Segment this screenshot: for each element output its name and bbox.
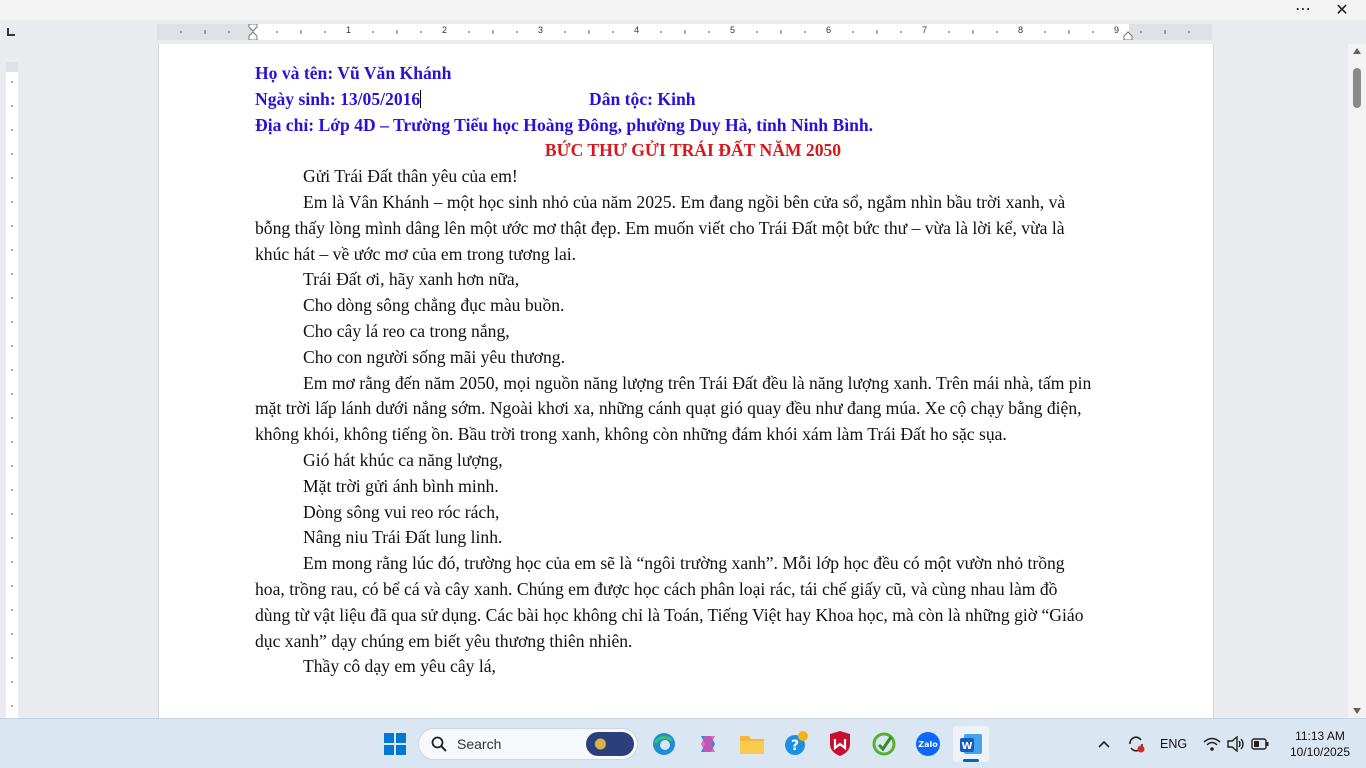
zalo-button[interactable]: Zalo bbox=[910, 726, 946, 762]
shield-icon bbox=[830, 731, 850, 756]
search-icon bbox=[431, 736, 447, 752]
browser-app-button[interactable] bbox=[866, 726, 902, 762]
speaker-icon bbox=[1227, 736, 1244, 752]
paragraph-2-line-2[interactable]: mặt trời lấp lánh dưới nắng sớm. Ngoài k… bbox=[255, 396, 1131, 422]
horizontal-ruler-area: 1 2 3 4 5 6 7 8 9 bbox=[0, 20, 1366, 44]
name-value: : Vũ Văn Khánh bbox=[327, 63, 452, 83]
copilot-button[interactable] bbox=[690, 726, 726, 762]
dob-value: : 13/05/2016 bbox=[329, 88, 421, 109]
verse-1-line-1[interactable]: Trái Đất ơi, hãy xanh hơn nữa, bbox=[255, 267, 1131, 293]
scroll-up-arrow-icon[interactable] bbox=[1353, 48, 1361, 54]
chevron-up-icon bbox=[1098, 740, 1110, 748]
wifi-icon bbox=[1203, 737, 1221, 751]
document-page[interactable]: Họ và tên: Vũ Văn Khánh Ngày sinh: 13/05… bbox=[158, 44, 1214, 718]
leaf-browser-icon bbox=[872, 732, 896, 756]
text-cursor bbox=[420, 89, 422, 108]
right-indent-marker bbox=[1123, 31, 1133, 40]
greeting[interactable]: Gửi Trái Đất thân yêu của em! bbox=[255, 164, 1131, 190]
document-body[interactable]: Họ và tên: Vũ Văn Khánh Ngày sinh: 13/05… bbox=[255, 61, 1131, 680]
show-hidden-icons-button[interactable] bbox=[1086, 726, 1122, 762]
taskbar: Search ? Zalo W ENG 11:13 AM 10/10/2025 bbox=[0, 718, 1366, 768]
letter-title[interactable]: BỨC THƯ GỬI TRÁI ĐẤT NĂM 2050 bbox=[255, 138, 1131, 164]
vertical-ruler-ticks bbox=[11, 81, 13, 707]
verse-1-line-3[interactable]: Cho cây lá reo ca trong nắng, bbox=[255, 319, 1131, 345]
paragraph-1-line-3[interactable]: khúc hát – về ước mơ của em trong tương … bbox=[255, 242, 1131, 268]
get-help-button[interactable]: ? bbox=[778, 726, 814, 762]
indent-markers[interactable] bbox=[157, 24, 1212, 40]
language-indicator: ENG bbox=[1160, 737, 1188, 751]
dob-ethnic-line[interactable]: Ngày sinh: 13/05/2016 Dân tộc: Kinh bbox=[255, 87, 1131, 113]
start-button[interactable] bbox=[377, 726, 413, 762]
paragraph-1-line-2[interactable]: bỗng thấy lòng mình dâng lên một ước mơ … bbox=[255, 216, 1131, 242]
verse-2-line-4[interactable]: Nâng niu Trái Đất lung linh. bbox=[255, 525, 1131, 551]
zalo-glyph: Zalo bbox=[918, 740, 938, 749]
more-options-button[interactable]: ⋯ bbox=[1292, 0, 1314, 20]
clock-date: 10/10/2025 bbox=[1289, 745, 1351, 759]
network-button[interactable] bbox=[1200, 726, 1224, 762]
paragraph-3-line-3[interactable]: dùng từ vật liệu đã qua sử dụng. Các bài… bbox=[255, 603, 1131, 629]
paragraph-1-line-1[interactable]: Em là Vân Khánh – một học sinh nhỏ của n… bbox=[255, 190, 1131, 216]
address-line[interactable]: Địa chỉ: Lớp 4D – Trường Tiểu học Hoàng … bbox=[255, 113, 1131, 139]
word-glyph: W bbox=[961, 741, 972, 752]
scrollbar-thumb[interactable] bbox=[1353, 68, 1361, 108]
taskbar-search[interactable]: Search bbox=[418, 728, 638, 760]
verse-1-line-2[interactable]: Cho dòng sông chẳng đục màu buồn. bbox=[255, 293, 1131, 319]
verse-1-line-4[interactable]: Cho con người sống mãi yêu thương. bbox=[255, 345, 1131, 371]
search-placeholder: Search bbox=[457, 736, 502, 752]
word-button[interactable]: W bbox=[953, 726, 989, 762]
windows-logo-icon bbox=[384, 733, 406, 755]
clock-time: 11:13 AM bbox=[1295, 729, 1345, 743]
sync-icon bbox=[1129, 736, 1145, 753]
vertical-ruler[interactable] bbox=[6, 62, 18, 718]
sync-tray-button[interactable] bbox=[1118, 726, 1154, 762]
battery-icon bbox=[1251, 738, 1269, 750]
tab-selector-icon[interactable] bbox=[6, 28, 16, 38]
folder-icon bbox=[740, 736, 764, 754]
input-language[interactable]: ENG bbox=[1160, 719, 1187, 768]
address-value: : Lớp 4D – Trường Tiểu học Hoàng Đông, p… bbox=[308, 114, 874, 135]
close-button[interactable]: ✕ bbox=[1332, 0, 1352, 20]
title-bar: ⋯ ✕ bbox=[0, 0, 1366, 20]
ethnic-field: Dân tộc: Kinh bbox=[589, 87, 696, 113]
name-line[interactable]: Họ và tên: Vũ Văn Khánh bbox=[255, 61, 1131, 87]
name-label: Họ và tên bbox=[255, 63, 328, 83]
edge-icon bbox=[653, 733, 675, 755]
word-icon: W bbox=[960, 734, 982, 754]
verse-3-line-1[interactable]: Thầy cô dạy em yêu cây lá, bbox=[255, 654, 1131, 680]
document-canvas[interactable]: Họ và tên: Vũ Văn Khánh Ngày sinh: 13/05… bbox=[22, 44, 1348, 718]
scroll-down-arrow-icon[interactable] bbox=[1353, 708, 1361, 714]
horizontal-ruler[interactable]: 1 2 3 4 5 6 7 8 9 bbox=[157, 24, 1212, 40]
dob-label: Ngày sinh bbox=[255, 88, 330, 109]
help-glyph: ? bbox=[791, 738, 799, 754]
hanging-indent-marker bbox=[248, 31, 258, 40]
volume-button[interactable] bbox=[1224, 726, 1248, 762]
address-label: Địa chỉ bbox=[255, 114, 309, 135]
paragraph-2-line-1[interactable]: Em mơ rằng đến năm 2050, mọi nguồn năng … bbox=[255, 371, 1131, 397]
first-line-indent-marker bbox=[248, 24, 258, 32]
ethnic-value: : Kinh bbox=[647, 88, 696, 109]
help-icon: ? bbox=[785, 731, 808, 755]
search-highlight-image bbox=[586, 732, 634, 756]
vertical-scrollbar[interactable] bbox=[1348, 44, 1366, 718]
zalo-icon: Zalo bbox=[916, 732, 940, 756]
battery-button[interactable] bbox=[1248, 726, 1272, 762]
mcafee-button[interactable] bbox=[822, 726, 858, 762]
paragraph-3-line-1[interactable]: Em mong rằng lúc đó, trường học của em s… bbox=[255, 551, 1131, 577]
verse-2-line-2[interactable]: Mặt trời gửi ánh bình minh. bbox=[255, 474, 1131, 500]
verse-2-line-3[interactable]: Dòng sông vui reo róc rách, bbox=[255, 500, 1131, 526]
paragraph-3-line-4[interactable]: dục xanh” dạy chúng em biết yêu thương t… bbox=[255, 629, 1131, 655]
file-explorer-button[interactable] bbox=[734, 726, 770, 762]
paragraph-2-line-3[interactable]: không khói, không tiếng ồn. Bầu trời tro… bbox=[255, 422, 1131, 448]
verse-2-line-1[interactable]: Gió hát khúc ca năng lượng, bbox=[255, 448, 1131, 474]
edge-button[interactable] bbox=[646, 726, 682, 762]
copilot-icon bbox=[701, 736, 715, 752]
ethnic-label: Dân tộc bbox=[589, 88, 648, 109]
clock[interactable]: 11:13 AM 10/10/2025 bbox=[1280, 728, 1360, 760]
paragraph-3-line-2[interactable]: hoa, trồng rau, có bể cá và cây xanh. Ch… bbox=[255, 577, 1131, 603]
